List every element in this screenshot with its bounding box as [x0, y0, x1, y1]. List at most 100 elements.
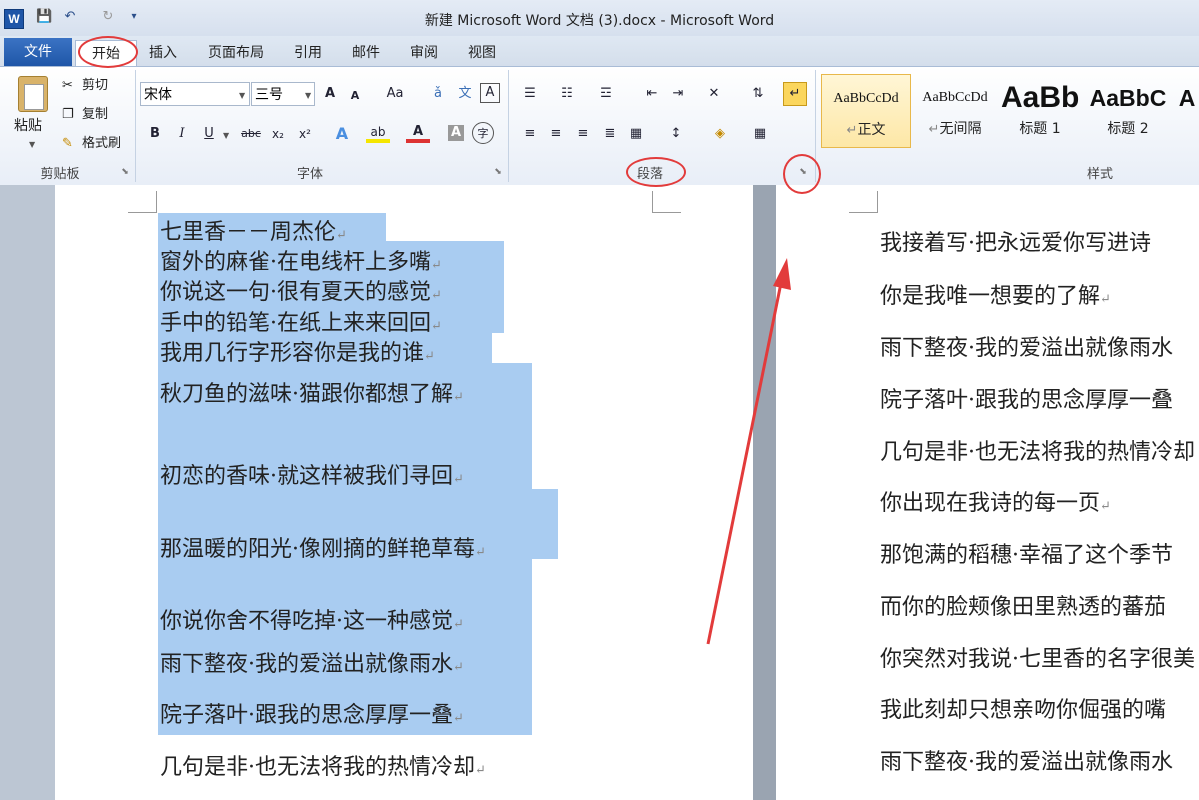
tab-view[interactable]: 视图 [458, 40, 506, 66]
text-line[interactable]: 而你的脸颊像田里熟透的蕃茄 [880, 589, 1166, 621]
window-title: 新建 Microsoft Word 文档 (3).docx - Microsof… [424, 13, 775, 29]
increase-indent-icon[interactable]: ⇥ [666, 83, 690, 105]
annotation-circle-home-tab [78, 36, 138, 68]
page-2-content: 我接着写·把永远爱你写进诗 你是我唯一想要的了解↵ 雨下整夜·我的爱溢出就像雨水… [776, 185, 1199, 800]
text-line[interactable]: 秋刀鱼的滋味·猫跟你都想了解↵ [160, 376, 464, 408]
text-effects-icon[interactable]: A [330, 123, 354, 145]
tab-page-layout[interactable]: 页面布局 [198, 40, 274, 66]
char-shading-icon[interactable]: A [448, 125, 464, 141]
copy-button[interactable]: 复制 [82, 105, 108, 125]
annotation-arrow-icon [706, 258, 791, 645]
text-line[interactable]: 几句是非·也无法将我的热情冷却 [880, 434, 1195, 466]
line-spacing-icon[interactable]: ↕ [664, 123, 688, 145]
format-painter-button[interactable]: 格式刷 [82, 134, 121, 154]
text-line[interactable]: 那温暖的阳光·像刚摘的鲜艳草莓↵ [160, 531, 486, 563]
format-painter-icon[interactable]: ✎ [62, 134, 73, 154]
margin-corner [652, 191, 681, 213]
tab-mailings[interactable]: 邮件 [342, 40, 390, 66]
underline-button[interactable]: U [197, 123, 221, 145]
text-line[interactable]: 我此刻却只想亲吻你倔强的嘴 [880, 692, 1166, 724]
decrease-indent-icon[interactable]: ⇤ [640, 83, 664, 105]
style-heading-1[interactable]: AaBb 标题 1 [1001, 74, 1079, 146]
distributed-icon[interactable]: ▦ [624, 123, 648, 145]
text-line[interactable]: 你说你舍不得吃掉·这一种感觉↵ [160, 603, 464, 635]
char-border-icon[interactable]: A [480, 83, 500, 103]
numbering-icon[interactable]: ☷ [555, 83, 579, 105]
underline-dropdown-icon[interactable]: ▼ [223, 131, 229, 140]
align-left-icon[interactable]: ≡ [518, 123, 542, 145]
text-line[interactable]: 你突然对我说·七里香的名字很美 [880, 641, 1195, 673]
subscript-button[interactable]: x₂ [266, 123, 290, 145]
clipboard-group-label: 剪贴板 [40, 167, 80, 182]
style-sample: AaBbCcDd [922, 90, 988, 105]
annotation-circle-paragraph-launcher [783, 154, 821, 194]
tab-file[interactable]: 文件 [4, 38, 72, 66]
font-color-icon[interactable]: A [406, 121, 430, 143]
paste-dropdown-icon[interactable]: ▼ [29, 140, 35, 149]
cut-button[interactable]: 剪切 [82, 76, 108, 96]
text-line[interactable]: 初恋的香味·就这样被我们寻回↵ [160, 458, 464, 490]
font-name-combo[interactable]: 宋体 [140, 82, 250, 106]
text-line[interactable]: 我接着写·把永远爱你写进诗 [880, 225, 1151, 257]
chinese-layout-icon[interactable]: ✕ [702, 83, 726, 105]
text-line[interactable]: 雨下整夜·我的爱溢出就像雨水 [880, 330, 1173, 362]
highlight-icon[interactable]: ab [366, 121, 390, 143]
shading-icon[interactable]: ◈ [708, 123, 732, 145]
style-name: ↵无间隔 [928, 121, 982, 137]
sort-icon[interactable]: ⇅ [746, 83, 770, 105]
copy-icon[interactable]: ❐ [62, 105, 74, 125]
bold-button[interactable]: B [143, 123, 167, 145]
style-no-spacing[interactable]: AaBbCcDd ↵无间隔 [911, 74, 999, 146]
style-sample: A [1178, 85, 1196, 111]
text-line[interactable]: 你说这一句·很有夏天的感觉↵ [160, 274, 442, 306]
annotation-circle-paragraph-label [626, 157, 686, 187]
text-line[interactable]: 几句是非·也无法将我的热情冷却↵ [160, 749, 486, 781]
text-line[interactable]: 你是我唯一想要的了解↵ [880, 278, 1111, 310]
tab-references[interactable]: 引用 [284, 40, 332, 66]
bullets-icon[interactable]: ☰ [518, 83, 542, 105]
text-line[interactable]: 院子落叶·跟我的思念厚厚一叠↵ [160, 697, 464, 729]
strikethrough-button[interactable]: abc [236, 123, 266, 145]
show-marks-icon[interactable]: ↵ [783, 82, 807, 106]
style-name: 标题 2 [1107, 121, 1149, 137]
multilevel-list-icon[interactable]: ☲ [594, 83, 618, 105]
paste-button[interactable]: 粘贴 [14, 116, 42, 136]
phonetic-guide-icon[interactable]: ǎ [426, 83, 450, 105]
text-line[interactable]: 院子落叶·跟我的思念厚厚一叠 [880, 382, 1173, 414]
align-right-icon[interactable]: ≡ [571, 123, 595, 145]
paste-sheet-icon [24, 84, 44, 110]
group-separator [508, 70, 509, 182]
shrink-font-icon[interactable]: A [343, 85, 367, 107]
cut-icon[interactable]: ✂ [62, 76, 73, 96]
text-line[interactable]: 雨下整夜·我的爱溢出就像雨水 [880, 744, 1173, 776]
text-line[interactable]: 雨下整夜·我的爱溢出就像雨水↵ [160, 646, 464, 678]
borders-icon[interactable]: ▦ [748, 123, 772, 145]
style-normal[interactable]: AaBbCcDd ↵正文 [821, 74, 911, 148]
grow-font-icon[interactable]: A [318, 83, 342, 105]
style-name: 标题 1 [1019, 121, 1061, 137]
font-group-label: 字体 [296, 167, 323, 182]
style-heading-2[interactable]: AaBbC 标题 2 [1089, 74, 1167, 146]
tab-review[interactable]: 审阅 [400, 40, 448, 66]
wen-icon[interactable]: 文 [453, 83, 477, 105]
text-line[interactable]: 手中的铅笔·在纸上来来回回↵ [160, 305, 442, 337]
enclose-char-icon[interactable]: 字 [472, 122, 494, 144]
clipboard-launcher-icon[interactable]: ⬊ [120, 167, 130, 177]
margin-corner [128, 191, 157, 213]
align-center-icon[interactable]: ≡ [544, 123, 568, 145]
text-line[interactable]: 窗外的麻雀·在电线杆上多嘴↵ [160, 244, 442, 276]
justify-icon[interactable]: ≣ [598, 123, 622, 145]
style-title[interactable]: A [1175, 74, 1199, 146]
font-launcher-icon[interactable]: ⬊ [493, 167, 503, 177]
superscript-button[interactable]: x² [293, 123, 317, 145]
tab-insert[interactable]: 插入 [140, 40, 186, 66]
text-line[interactable]: 我用几行字形容你是我的谁↵ [160, 335, 435, 367]
style-name: ↵正文 [846, 122, 886, 138]
italic-button[interactable]: I [170, 123, 194, 145]
text-line[interactable]: 你出现在我诗的每一页↵ [880, 485, 1111, 517]
text-line[interactable]: 七里香－－周杰伦↵ [160, 214, 347, 246]
text-line[interactable]: 那饱满的稻穗·幸福了这个季节 [880, 537, 1173, 569]
change-case-icon[interactable]: Aa [380, 83, 410, 105]
font-size-dropdown-icon[interactable]: ▼ [305, 91, 311, 100]
font-name-dropdown-icon[interactable]: ▼ [239, 91, 245, 100]
